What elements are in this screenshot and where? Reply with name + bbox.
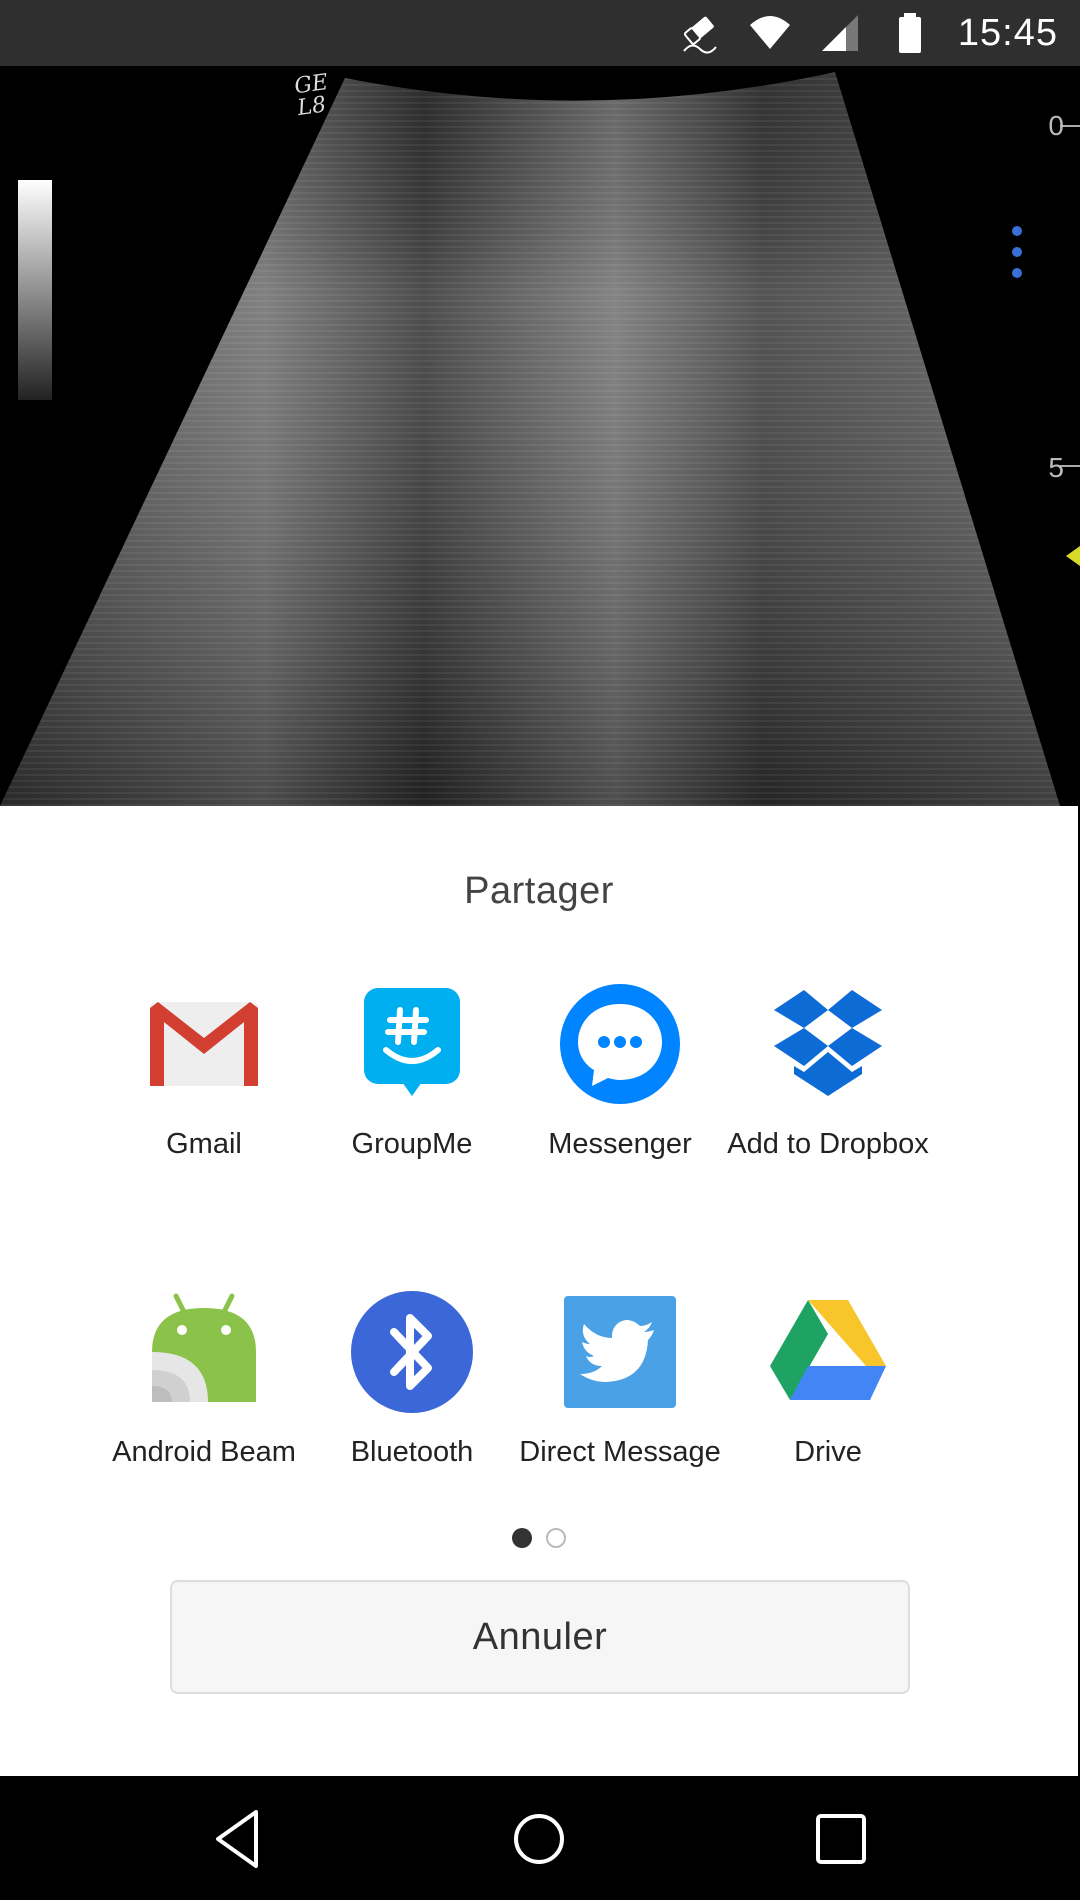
- app-label: Drive: [794, 1436, 862, 1468]
- app-label: Direct Message: [519, 1436, 721, 1468]
- page-indicator: [0, 1528, 1078, 1548]
- share-target-direct-message[interactable]: Direct Message: [516, 1290, 724, 1469]
- cell-signal-icon: [821, 15, 858, 51]
- app-label: Bluetooth: [350, 1436, 474, 1468]
- twitter-icon: [564, 1296, 676, 1408]
- eraser-notification-icon: [683, 16, 717, 54]
- dot: [1012, 268, 1022, 278]
- share-target-groupme[interactable]: GroupMe: [308, 982, 516, 1161]
- app-label: Messenger: [548, 1128, 692, 1160]
- wifi-icon: [749, 16, 790, 49]
- share-target-messenger[interactable]: Messenger: [516, 982, 724, 1161]
- status-icons: 15:45: [678, 0, 1058, 66]
- google-drive-icon: [770, 1300, 886, 1400]
- navigation-bar: [0, 1776, 1080, 1900]
- battery-icon: [898, 13, 921, 53]
- status-time: 15:45: [957, 11, 1058, 54]
- depth-scale-0: 0: [1048, 110, 1064, 141]
- share-target-drive[interactable]: Drive: [724, 1290, 932, 1469]
- app-label: Add to Dropbox: [727, 1128, 929, 1160]
- status-bar: 15:45: [0, 0, 1080, 66]
- back-icon[interactable]: [204, 1804, 274, 1874]
- messenger-icon: [560, 984, 680, 1104]
- app-label: GroupMe: [351, 1128, 473, 1160]
- share-target-dropbox[interactable]: Add to Dropbox: [724, 982, 932, 1161]
- home-icon[interactable]: [504, 1804, 574, 1874]
- bluetooth-icon: [351, 1291, 473, 1413]
- ultrasound-logo: GE L8: [292, 69, 330, 122]
- page-dot[interactable]: [546, 1528, 566, 1548]
- cancel-button[interactable]: Annuler: [170, 1580, 910, 1694]
- share-target-bluetooth[interactable]: Bluetooth: [308, 1290, 516, 1469]
- ultrasound-image: [0, 72, 1080, 806]
- app-label: Gmail: [166, 1128, 242, 1160]
- gmail-icon: [150, 1002, 258, 1086]
- share-sheet-title: Partager: [464, 870, 614, 912]
- share-sheet: Partager Gmail GroupMe Messenger Add to …: [0, 806, 1078, 1776]
- depth-scale-5: 5: [1048, 452, 1064, 483]
- android-beam-icon: [152, 1293, 256, 1402]
- ultrasound-image-view[interactable]: GE L8 0 5: [0, 66, 1080, 806]
- share-target-gmail[interactable]: Gmail: [100, 982, 308, 1161]
- more-options-button[interactable]: [1002, 222, 1032, 282]
- share-target-android-beam[interactable]: Android Beam: [100, 1290, 308, 1469]
- recents-icon[interactable]: [806, 1804, 876, 1874]
- dot: [1012, 226, 1022, 236]
- page-dot-active: [512, 1528, 532, 1548]
- dot: [1012, 247, 1022, 257]
- dropbox-icon: [774, 990, 882, 1096]
- groupme-icon: [364, 988, 460, 1096]
- app-label: Android Beam: [112, 1436, 296, 1468]
